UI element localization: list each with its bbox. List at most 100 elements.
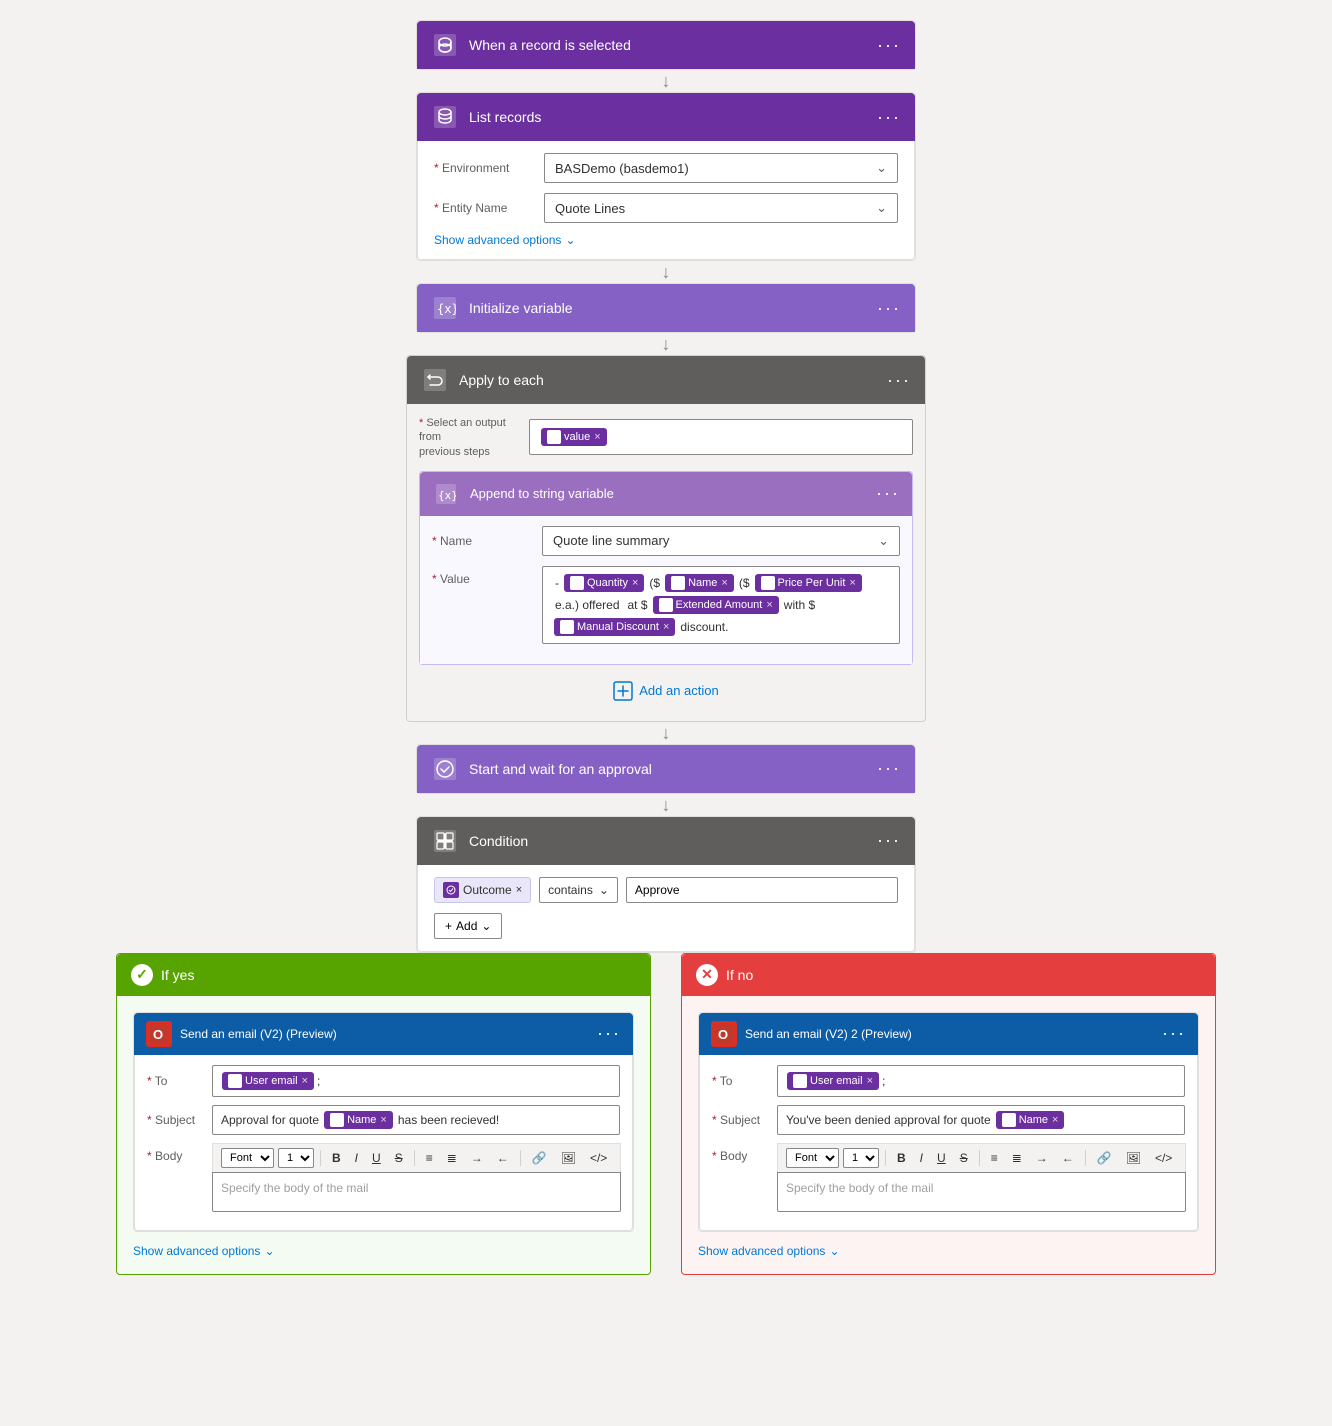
to-value[interactable]: User email × ; [212,1065,620,1097]
outlook-icon: O [146,1021,172,1047]
step-more-options[interactable]: ··· [1162,1023,1186,1044]
step-condition-header[interactable]: Condition ··· [417,817,915,865]
step-approval-header[interactable]: Start and wait for an approval ··· [417,745,915,793]
append-string-header[interactable]: {x} Append to string variable ··· [420,472,912,516]
step-more-options[interactable]: ··· [877,830,901,851]
token-remove[interactable]: × [632,577,638,589]
name-dropdown[interactable]: Quote line summary ⌄ [542,526,900,556]
entity-dropdown[interactable]: Quote Lines ⌄ [544,193,898,223]
step-list-header[interactable]: List records ··· [417,93,915,141]
bullet-list-button[interactable]: ≡ [421,1149,438,1167]
subject-value[interactable]: Approval for quote Name × has been recie… [212,1105,620,1135]
step-apply-each-header[interactable]: Apply to each ··· [407,356,925,404]
token-remove[interactable]: × [721,577,727,589]
condition-body: Outcome × contains ⌄ + Add ⌄ [417,865,915,952]
token-remove[interactable]: × [516,884,522,896]
chevron-down-icon: ⌄ [876,200,887,216]
check-icon: ✓ [131,964,153,986]
token-remove[interactable]: × [663,621,669,633]
outdent-button[interactable]: ← [492,1149,514,1167]
email-header-yes[interactable]: O Send an email (V2) (Preview) ··· [134,1013,633,1055]
step-title: List records [469,109,877,125]
image-button-no[interactable]: 🖼 [1121,1149,1146,1167]
body-field: Body Font 12 B [147,1143,620,1212]
add-action-button[interactable]: Add an action [419,673,913,709]
strikethrough-button[interactable]: S [390,1149,408,1167]
link-button[interactable]: 🔗 [527,1149,552,1167]
body-text-area[interactable]: Specify the body of the mail [212,1172,621,1212]
add-condition-button[interactable]: + Add ⌄ [434,913,502,939]
step-more-options[interactable]: ··· [877,298,901,319]
chevron-down-icon: ⌄ [599,883,609,897]
to-value-no[interactable]: User email × ; [777,1065,1185,1097]
outdent-button-no[interactable]: ← [1057,1149,1079,1167]
email-header-no[interactable]: O Send an email (V2) 2 (Preview) ··· [699,1013,1198,1055]
font-select-no[interactable]: Font [786,1148,839,1168]
subject-value-no[interactable]: You've been denied approval for quote Na… [777,1105,1185,1135]
show-advanced-options-yes[interactable]: Show advanced options ⌄ [133,1244,634,1258]
add-icon [613,681,633,701]
trigger-icon [431,31,459,59]
environment-dropdown[interactable]: BASDemo (basdemo1) ⌄ [544,153,898,183]
connector-arrow-4: ↓ [662,724,671,742]
step-more-options[interactable]: ··· [877,758,901,779]
token-remove[interactable]: × [849,577,855,589]
branches-container: ✓ If yes O Send an email (V2) (Preview) … [116,953,1216,1275]
branch-yes: ✓ If yes O Send an email (V2) (Preview) … [116,953,651,1275]
image-button[interactable]: 🖼 [556,1149,581,1167]
subject-field: Subject Approval for quote Name × has be… [147,1105,620,1135]
step-more-options[interactable]: ··· [887,370,911,391]
token-remove[interactable]: × [302,1075,308,1087]
numbered-list-button-no[interactable]: ≣ [1007,1149,1027,1167]
font-select[interactable]: Font [221,1148,274,1168]
body-text-area-no[interactable]: Specify the body of the mail [777,1172,1186,1212]
step-title: Apply to each [459,372,887,388]
quantity-token: Quantity × [564,574,644,592]
to-label: To [712,1074,777,1088]
variable-icon: {x} [431,294,459,322]
indent-button[interactable]: → [466,1149,488,1167]
chevron-down-icon: ⌄ [481,919,491,933]
step-more-options[interactable]: ··· [597,1023,621,1044]
step-more-options[interactable]: ··· [876,483,900,504]
strikethrough-button-no[interactable]: S [955,1149,973,1167]
italic-button-no[interactable]: I [915,1149,928,1167]
step-header[interactable]: When a record is selected ··· [417,21,915,69]
numbered-list-button[interactable]: ≣ [442,1149,462,1167]
append-string-body: Name Quote line summary ⌄ Value - [420,516,912,664]
code-button-no[interactable]: </> [1150,1149,1177,1167]
token-remove[interactable]: × [867,1075,873,1087]
condition-value-input[interactable] [626,877,898,903]
show-advanced-options-no[interactable]: Show advanced options ⌄ [698,1244,1199,1258]
link-button-no[interactable]: 🔗 [1092,1149,1117,1167]
bullet-list-button-no[interactable]: ≡ [986,1149,1003,1167]
operator-select[interactable]: contains ⌄ [539,877,618,903]
manual-discount-token: Manual Discount × [554,618,675,636]
step-title: Start and wait for an approval [469,761,877,777]
token-remove[interactable]: × [380,1114,386,1126]
code-button[interactable]: </> [585,1149,612,1167]
to-field-no: To User email × ; [712,1065,1185,1097]
bold-button-no[interactable]: B [892,1149,911,1167]
value-label: Value [432,566,542,586]
italic-button[interactable]: I [350,1149,363,1167]
user-email-token: User email × [222,1072,314,1090]
select-output-value[interactable]: value × [529,419,913,455]
step-more-options[interactable]: ··· [877,35,901,56]
flow-canvas: When a record is selected ··· ↓ List rec… [20,20,1312,1275]
font-size-select[interactable]: 12 [278,1148,314,1168]
token-remove[interactable]: × [594,431,600,443]
font-size-select-no[interactable]: 12 [843,1148,879,1168]
underline-button-no[interactable]: U [932,1149,951,1167]
chevron-down-icon: ⌄ [264,1244,274,1258]
value-tokens-area[interactable]: - Quantity × ($ Name × ($ [542,566,900,644]
step-var-header[interactable]: {x} Initialize variable ··· [417,284,915,332]
token-remove[interactable]: × [1052,1114,1058,1126]
bold-button[interactable]: B [327,1149,346,1167]
outlook-icon: O [711,1021,737,1047]
underline-button[interactable]: U [367,1149,386,1167]
token-remove[interactable]: × [766,599,772,611]
step-more-options[interactable]: ··· [877,107,901,128]
show-advanced-options[interactable]: Show advanced options ⌄ [434,233,898,247]
indent-button-no[interactable]: → [1031,1149,1053,1167]
